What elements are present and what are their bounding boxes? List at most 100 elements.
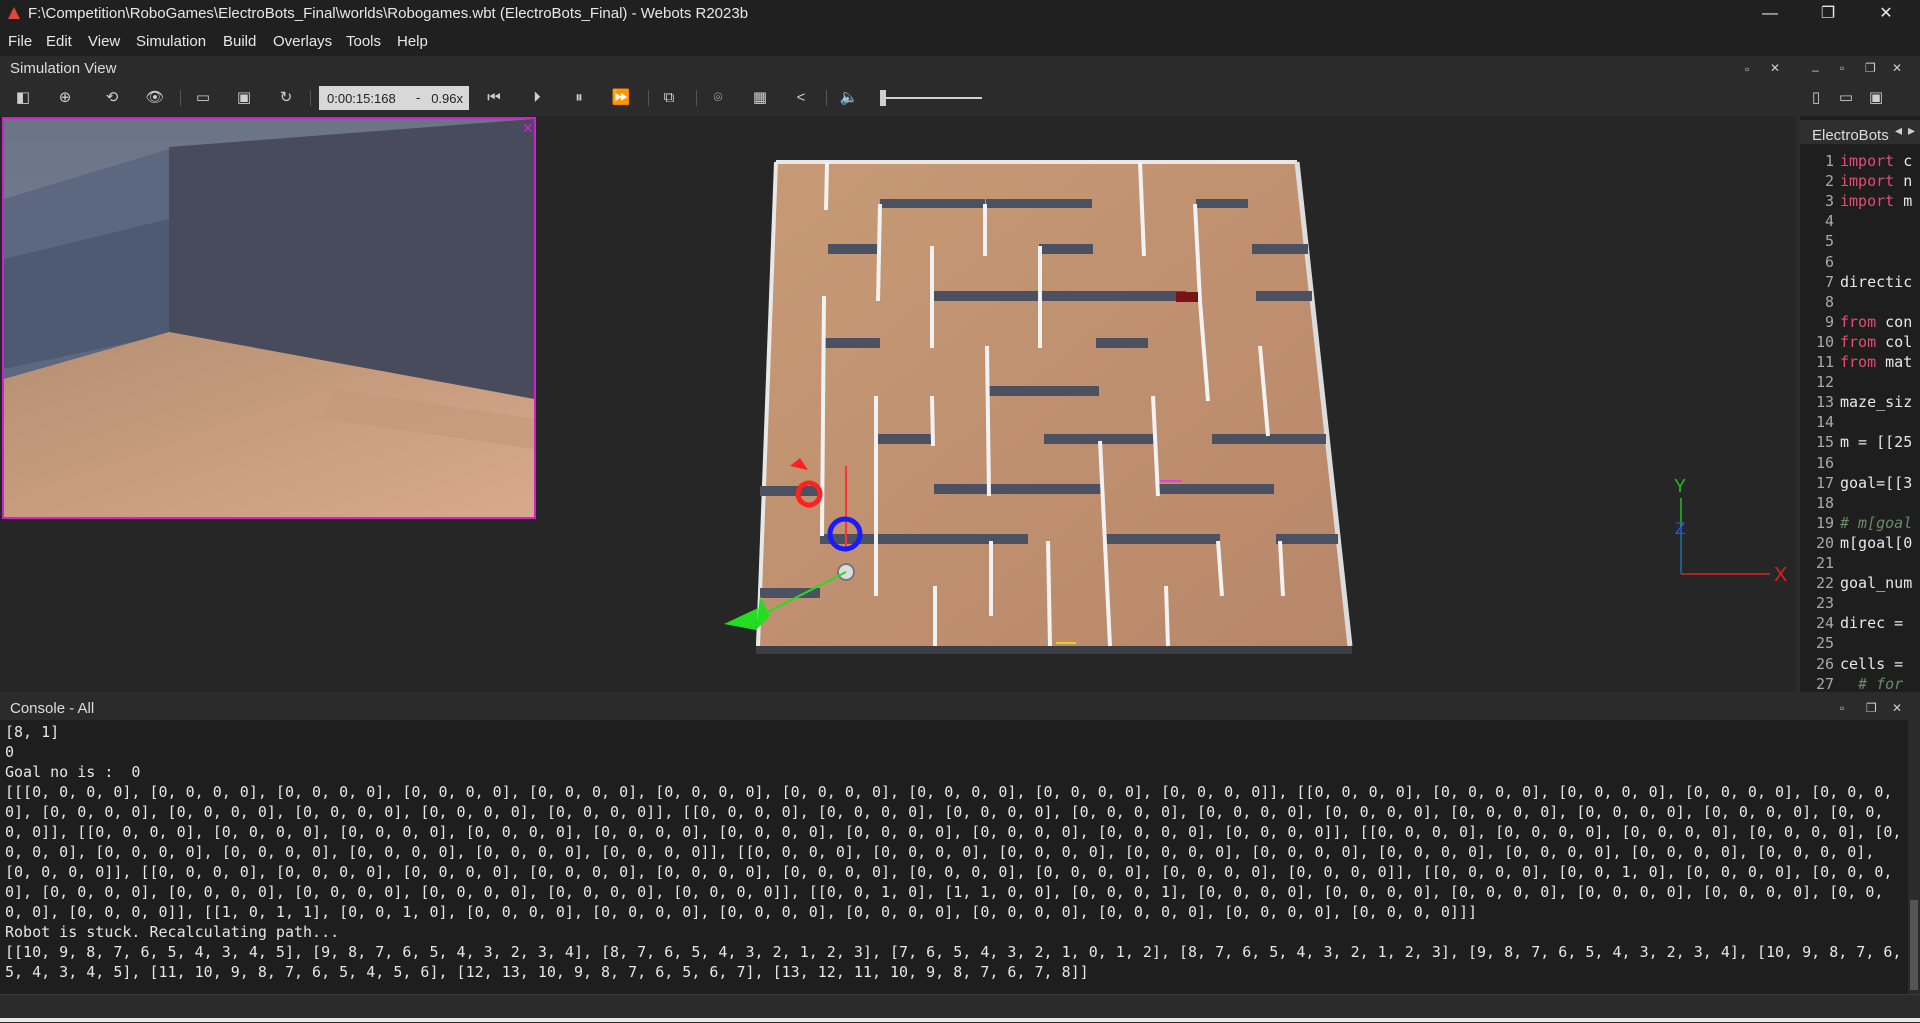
menu-edit[interactable]: Edit bbox=[46, 33, 72, 50]
save-world-icon[interactable]: ▣ bbox=[233, 88, 255, 108]
tab-left-arrow-icon[interactable]: ◂ bbox=[1895, 122, 1902, 139]
bottom-strip bbox=[0, 1018, 1920, 1022]
line-number: 1 bbox=[1824, 152, 1834, 170]
editor-minimize-icon[interactable]: _ bbox=[1812, 58, 1819, 72]
console-line: [[[0, 0, 0, 0], [0, 0, 0, 0], [0, 0, 0, … bbox=[5, 783, 1902, 921]
console-line: Robot is stuck. Recalculating path... bbox=[5, 923, 340, 941]
line-number: 12 bbox=[1815, 373, 1834, 392]
code-line: from con bbox=[1840, 313, 1912, 331]
screenshot-icon[interactable]: ⌾ bbox=[707, 88, 729, 108]
code-text: # for bbox=[1840, 674, 1904, 692]
render-toggle-icon[interactable]: ⧉ bbox=[658, 88, 680, 108]
editor-float-icon[interactable]: ❐ bbox=[1865, 61, 1876, 75]
mute-icon[interactable]: 🔈 bbox=[838, 88, 860, 108]
code-text: # m[goal bbox=[1840, 513, 1913, 532]
console-close-icon[interactable]: ✕ bbox=[1892, 701, 1902, 715]
pause-icon[interactable]: ⏸ bbox=[568, 88, 590, 108]
console-output[interactable]: [8, 1] 0 Goal no is : 0 [[[0, 0, 0, 0], … bbox=[0, 720, 1908, 994]
code-line: cells = bbox=[1840, 655, 1903, 673]
code-line: from mat bbox=[1840, 353, 1912, 371]
minimize-button[interactable]: — bbox=[1742, 0, 1798, 28]
line-number: 10 bbox=[1815, 332, 1834, 351]
menu-file[interactable]: File bbox=[8, 33, 32, 50]
tab-right-arrow-icon[interactable]: ▸ bbox=[1908, 122, 1915, 139]
code-text: m[goal[0 bbox=[1840, 533, 1913, 552]
code-keyword: import bbox=[1840, 192, 1895, 211]
float-panel-icon[interactable]: ▫ bbox=[1745, 62, 1749, 76]
console-line: [[10, 9, 8, 7, 6, 5, 4, 3, 4, 5], [9, 8,… bbox=[5, 943, 1902, 981]
step-icon[interactable]: ⏵ bbox=[526, 88, 548, 108]
simulation-speed: 0.96x bbox=[431, 91, 463, 106]
console-scrollbar-thumb[interactable] bbox=[1910, 900, 1918, 990]
console-float-icon[interactable]: ❐ bbox=[1866, 701, 1877, 715]
code-line: direc = bbox=[1840, 614, 1903, 632]
code-text: goal_num bbox=[1840, 574, 1913, 593]
fast-forward-icon[interactable]: ⏩ bbox=[610, 88, 632, 108]
line-number: 21 bbox=[1815, 554, 1834, 572]
window-title: F:\Competition\RoboGames\ElectroBots_Fin… bbox=[28, 5, 749, 22]
line-number: 9 bbox=[1824, 312, 1834, 331]
code-keyword: from bbox=[1840, 332, 1877, 351]
title-bar: F:\Competition\RoboGames\ElectroBots_Fin… bbox=[0, 0, 1920, 28]
reset-simulation-icon[interactable]: ⏮ bbox=[483, 88, 505, 108]
menu-tools[interactable]: Tools bbox=[346, 33, 381, 50]
code-line: m[goal[0 bbox=[1840, 534, 1912, 552]
share-icon[interactable]: < bbox=[790, 88, 812, 108]
console-maximize-icon[interactable]: ▫ bbox=[1840, 701, 1844, 715]
close-panel-icon[interactable]: ✕ bbox=[1770, 61, 1780, 75]
line-number: 22 bbox=[1815, 574, 1834, 593]
code-line: # for bbox=[1840, 675, 1903, 692]
simulation-time-display: 0:00:15:168 - 0.96x bbox=[319, 86, 469, 110]
code-line: import c bbox=[1840, 152, 1912, 170]
text-editor[interactable]: ElectroBots ◂ ▸ 1 import c 2 import n 3 impor… bbox=[1800, 116, 1920, 692]
menu-view[interactable]: View bbox=[88, 33, 120, 50]
axis-y-label: Y bbox=[1674, 476, 1686, 496]
close-window-button[interactable]: ✕ bbox=[1858, 0, 1914, 28]
axis-z-label: Z bbox=[1675, 519, 1685, 538]
line-number: 2 bbox=[1824, 172, 1834, 191]
simulation-view-title: Simulation View bbox=[10, 60, 117, 77]
new-file-icon[interactable]: ▯ bbox=[1805, 88, 1827, 108]
volume-slider-track[interactable] bbox=[882, 97, 982, 99]
code-text: m = [[25 bbox=[1840, 433, 1913, 452]
close-overlay-icon: ✕ bbox=[522, 120, 534, 136]
reload-world-icon[interactable]: ↻ bbox=[275, 88, 297, 108]
line-number: 5 bbox=[1824, 232, 1834, 251]
menu-overlays[interactable]: Overlays bbox=[273, 33, 332, 50]
record-movie-icon[interactable]: ▦ bbox=[749, 88, 771, 108]
camera-overlay[interactable]: ✕ bbox=[2, 117, 536, 519]
line-number: 13 bbox=[1815, 393, 1834, 412]
toggle-scene-tree-icon[interactable]: ◧ bbox=[12, 88, 34, 108]
console-line: Goal no is : 0 bbox=[5, 763, 141, 781]
save-file-icon[interactable]: ▣ bbox=[1865, 88, 1887, 108]
add-node-icon[interactable]: ⊕ bbox=[54, 88, 76, 108]
menu-build[interactable]: Build bbox=[223, 33, 256, 50]
code-line: directic bbox=[1840, 273, 1912, 291]
axis-x-label: X bbox=[1774, 564, 1787, 586]
webots-app-icon bbox=[8, 7, 20, 19]
line-number: 8 bbox=[1824, 292, 1834, 311]
line-number: 7 bbox=[1824, 272, 1834, 291]
code-keyword: from bbox=[1840, 312, 1877, 331]
menu-help[interactable]: Help bbox=[397, 33, 428, 50]
editor-maximize-icon[interactable]: ▫ bbox=[1840, 61, 1844, 75]
line-number: 15 bbox=[1815, 433, 1834, 452]
code-text: maze_siz bbox=[1840, 393, 1913, 412]
console-scrollbar[interactable] bbox=[1908, 720, 1920, 994]
line-number: 18 bbox=[1815, 493, 1834, 512]
volume-slider-handle[interactable] bbox=[880, 90, 886, 106]
console-title: Console - All bbox=[10, 700, 95, 717]
reset-viewpoint-icon[interactable]: ⟲ bbox=[101, 88, 123, 108]
editor-close-icon[interactable]: ✕ bbox=[1892, 61, 1902, 75]
code-text: col bbox=[1876, 332, 1913, 351]
menu-simulation[interactable]: Simulation bbox=[136, 33, 206, 50]
code-line: goal_num bbox=[1840, 574, 1912, 592]
code-text: m bbox=[1894, 192, 1913, 211]
restore-button[interactable]: ❐ bbox=[1800, 0, 1856, 28]
code-text: mat bbox=[1876, 353, 1913, 371]
eye-icon[interactable]: 👁 bbox=[144, 88, 166, 108]
line-number: 20 bbox=[1815, 533, 1834, 552]
open-file-icon[interactable]: ▭ bbox=[1835, 88, 1857, 108]
open-world-icon[interactable]: ▭ bbox=[192, 88, 214, 108]
line-number: 6 bbox=[1824, 252, 1834, 271]
